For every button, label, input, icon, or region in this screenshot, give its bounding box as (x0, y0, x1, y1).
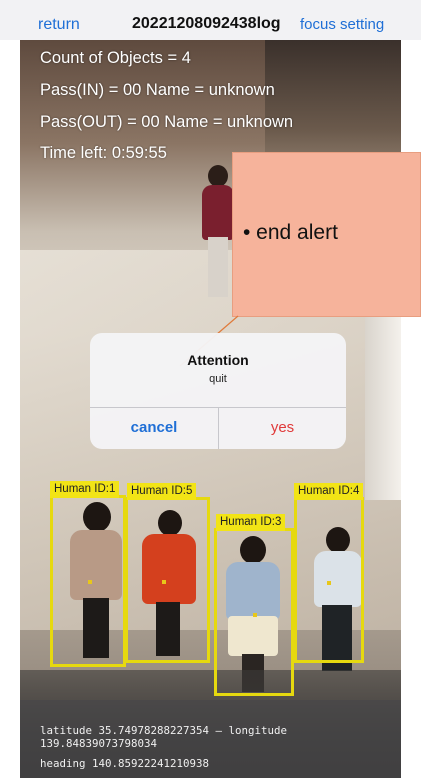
detection-label-5: Human ID:5 (127, 483, 197, 500)
navigation-bar: return 20221208092438log focus setting (0, 0, 421, 40)
detection-box-4 (294, 497, 364, 663)
return-button[interactable]: return (38, 16, 80, 34)
detection-label-1: Human ID:1 (50, 481, 120, 498)
callout-text: • end alert (243, 221, 338, 244)
object-count-text: Count of Objects = 4 (40, 49, 191, 67)
dialog-title: Attention (187, 352, 249, 368)
detection-center-1 (88, 580, 92, 584)
detection-center-5 (162, 580, 166, 584)
detection-label-4: Human ID:4 (294, 483, 364, 500)
latitude-text: latitude 35.74978288227354 – longitude (40, 724, 288, 737)
detection-label-3: Human ID:3 (216, 514, 286, 531)
detection-box-5 (125, 497, 210, 663)
longitude-text: 139.84839073798034 (40, 737, 158, 750)
detection-center-3 (253, 613, 257, 617)
annotation-callout: • end alert (232, 152, 421, 317)
detection-center-4 (327, 581, 331, 585)
detection-box-3 (214, 528, 294, 696)
time-left-text: Time left: 0:59:55 (40, 144, 167, 162)
cancel-button[interactable]: cancel (90, 407, 218, 449)
background-shopper (200, 165, 236, 300)
pass-in-text: Pass(IN) = 00 Name = unknown (40, 81, 275, 99)
heading-text: heading 140.85922241210938 (40, 757, 210, 770)
pass-out-text: Pass(OUT) = 00 Name = unknown (40, 113, 294, 131)
page-title: 20221208092438log (132, 15, 281, 32)
yes-button[interactable]: yes (219, 407, 346, 449)
focus-setting-button[interactable]: focus setting (300, 16, 384, 33)
dialog-message: quit (209, 373, 227, 385)
attention-dialog: Attention quit cancel yes (90, 333, 346, 449)
